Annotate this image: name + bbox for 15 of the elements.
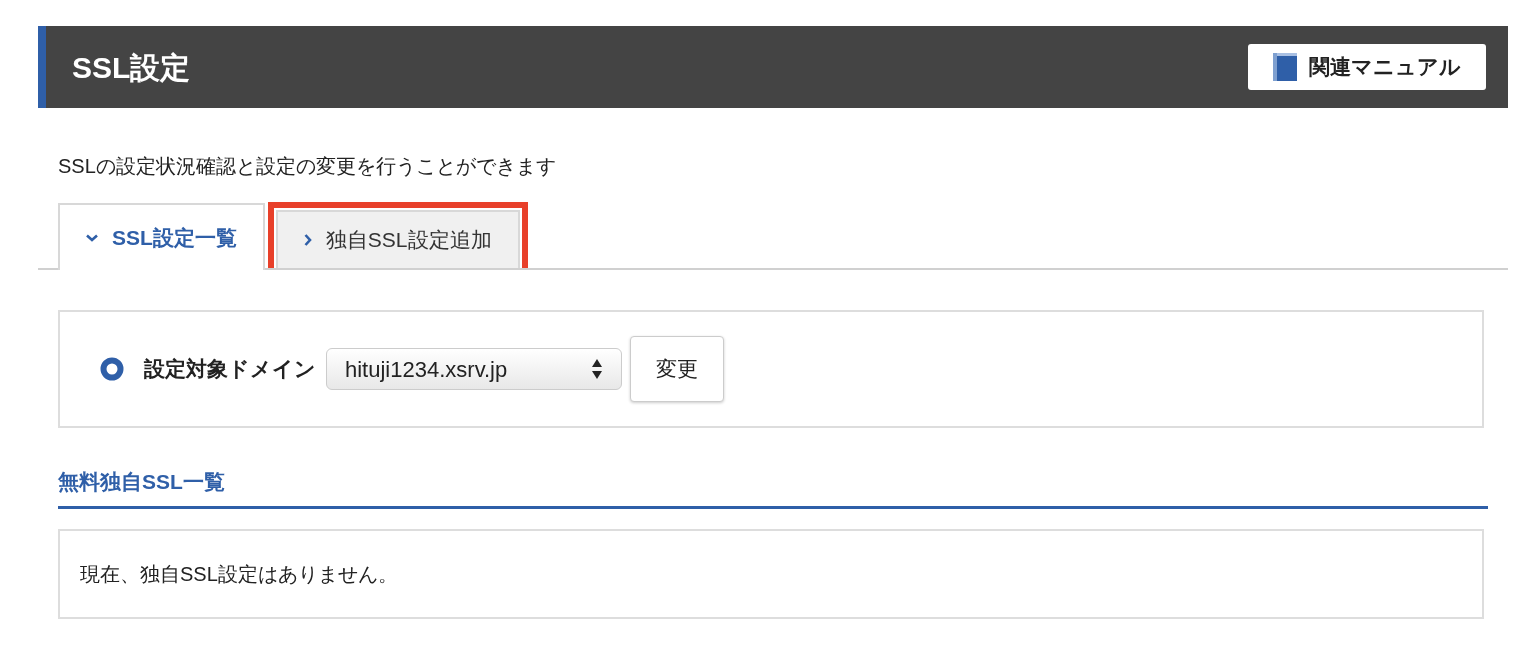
- domain-select[interactable]: hituji1234.xsrv.jp: [326, 348, 622, 390]
- tab[interactable]: SSL設定一覧: [58, 203, 265, 270]
- chevron-down-icon: [86, 233, 98, 242]
- radio-dot-icon: [100, 357, 124, 381]
- page-description: SSLの設定状況確認と設定の変更を行うことができます: [58, 154, 556, 179]
- book-icon: [1273, 53, 1297, 81]
- empty-message: 現在、独自SSL設定はありません。: [80, 561, 398, 587]
- domain-label: 設定対象ドメイン: [144, 356, 316, 383]
- manual-button[interactable]: 関連マニュアル: [1248, 44, 1486, 90]
- page-title: SSL設定: [72, 49, 191, 86]
- chevron-right-icon: [303, 234, 312, 246]
- section-heading: 無料独自SSL一覧: [58, 469, 225, 495]
- select-arrows-icon: [591, 358, 603, 380]
- change-button[interactable]: 変更: [630, 336, 724, 402]
- tab[interactable]: 独自SSL設定追加: [275, 210, 520, 268]
